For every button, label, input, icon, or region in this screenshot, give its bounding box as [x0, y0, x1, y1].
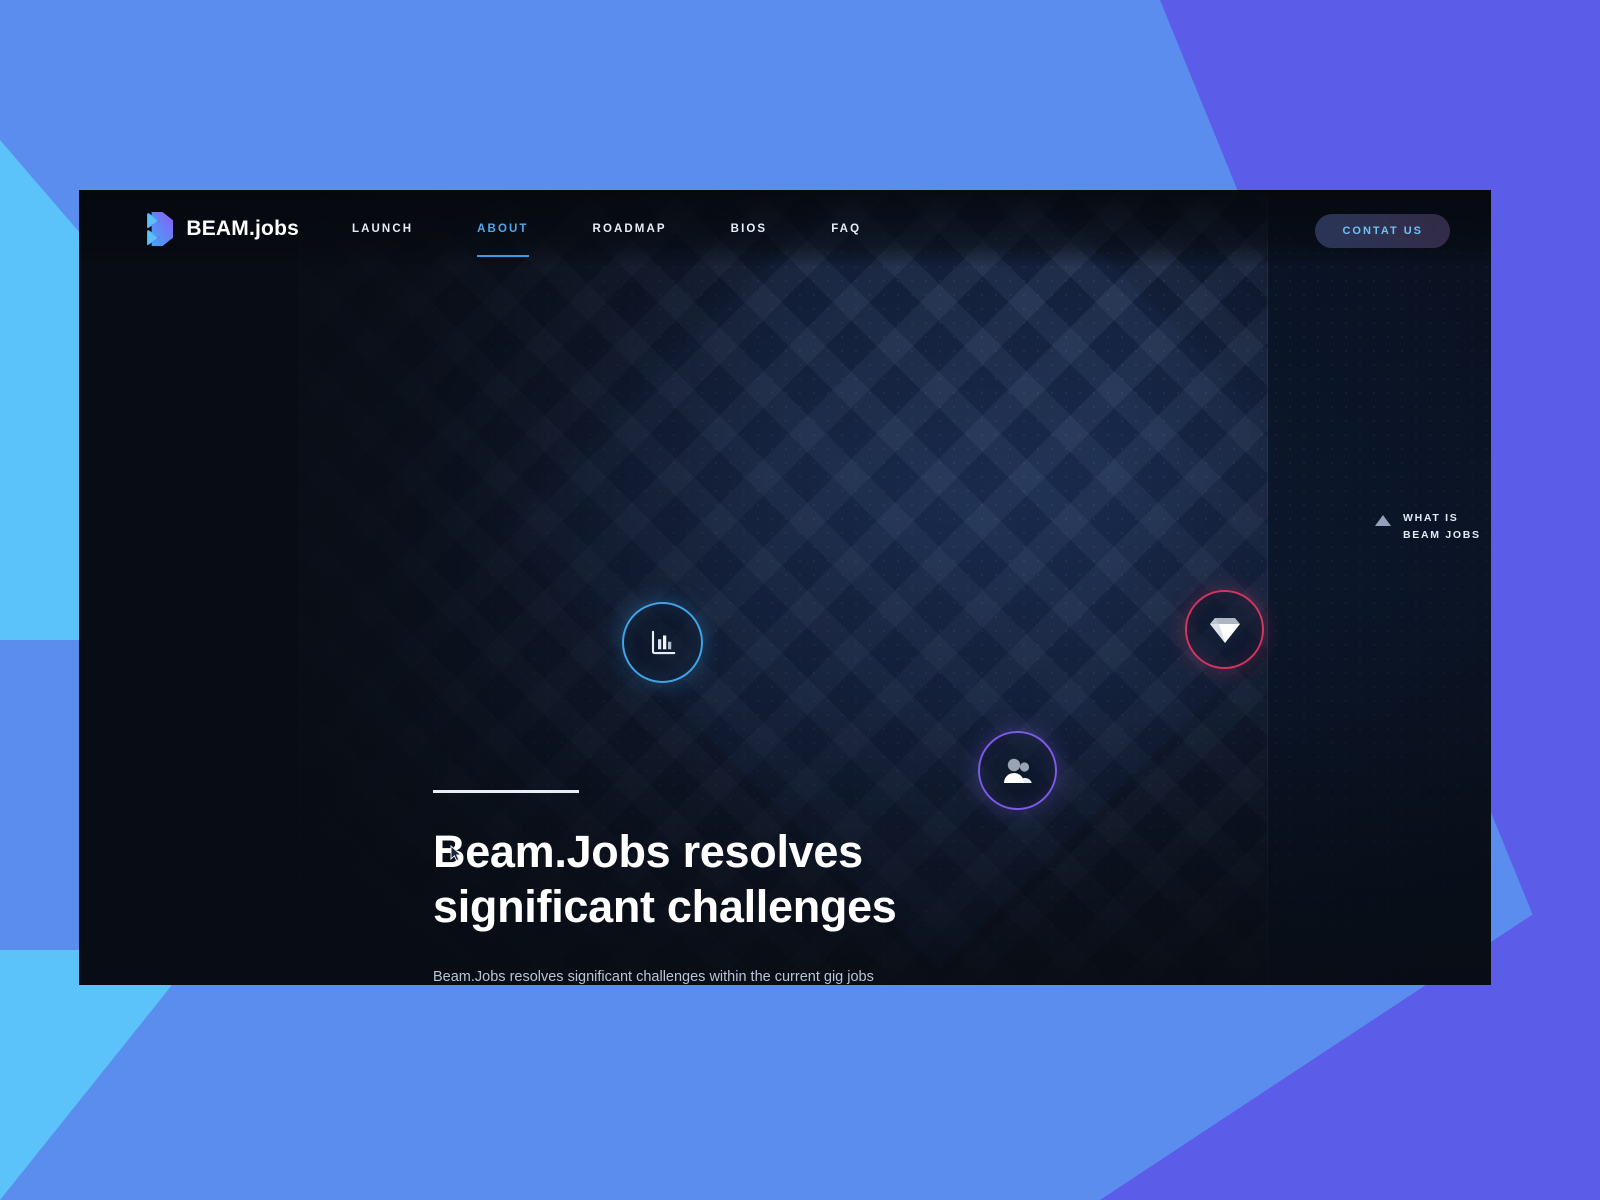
nav-item-about[interactable]: ABOUT: [477, 190, 529, 268]
nav-label-about: ABOUT: [477, 223, 529, 235]
feature-circle-analytics[interactable]: [622, 602, 703, 683]
decorative-canvas: BEAM.jobs LAUNCH ABOUT ROADMAP BIOS FAQ …: [0, 0, 1600, 1200]
hero-copy-block: Beam.Jobs resolves significant challenge…: [433, 790, 903, 985]
hero-body-text: Beam.Jobs resolves significant challenge…: [433, 968, 874, 985]
section-anchor-what-is-beam-jobs[interactable]: WHAT IS BEAM JOBS: [1375, 510, 1481, 545]
nav-item-faq[interactable]: FAQ: [831, 190, 861, 268]
site-header: BEAM.jobs LAUNCH ABOUT ROADMAP BIOS FAQ …: [79, 190, 1491, 268]
page-title: Beam.Jobs resolves significant challenge…: [433, 826, 897, 932]
people-group-icon: [1003, 758, 1032, 783]
contact-us-button[interactable]: CONTAT US: [1315, 214, 1450, 248]
nav-label-bios: BIOS: [730, 223, 768, 235]
nav-label-launch: LAUNCH: [352, 223, 414, 235]
beam-chevron-logo-icon: [147, 211, 174, 247]
triangle-up-icon: [1375, 515, 1391, 526]
nav-label-faq: FAQ: [831, 223, 862, 235]
left-panel: [79, 190, 299, 985]
section-anchor-label: WHAT IS BEAM JOBS: [1403, 512, 1481, 542]
diamond-gem-icon: [1209, 617, 1240, 643]
nav-item-launch[interactable]: LAUNCH: [352, 190, 413, 268]
bar-chart-icon: [651, 630, 675, 654]
right-panel: [1268, 190, 1491, 985]
nav-item-bios[interactable]: BIOS: [731, 190, 768, 268]
feature-circle-value[interactable]: [1185, 590, 1264, 669]
feature-circle-community[interactable]: [978, 731, 1057, 810]
nav-label-roadmap: ROADMAP: [592, 223, 667, 235]
right-divider-rail: [1267, 190, 1268, 985]
left-divider-rail: [299, 190, 300, 985]
heading-rule: [433, 790, 579, 793]
website-mockup: BEAM.jobs LAUNCH ABOUT ROADMAP BIOS FAQ …: [79, 190, 1491, 985]
main-navigation: LAUNCH ABOUT ROADMAP BIOS FAQ: [352, 190, 925, 268]
nav-item-roadmap[interactable]: ROADMAP: [593, 190, 667, 268]
brand-name: BEAM.jobs: [186, 217, 299, 240]
brand-logo[interactable]: BEAM.jobs: [147, 207, 299, 251]
